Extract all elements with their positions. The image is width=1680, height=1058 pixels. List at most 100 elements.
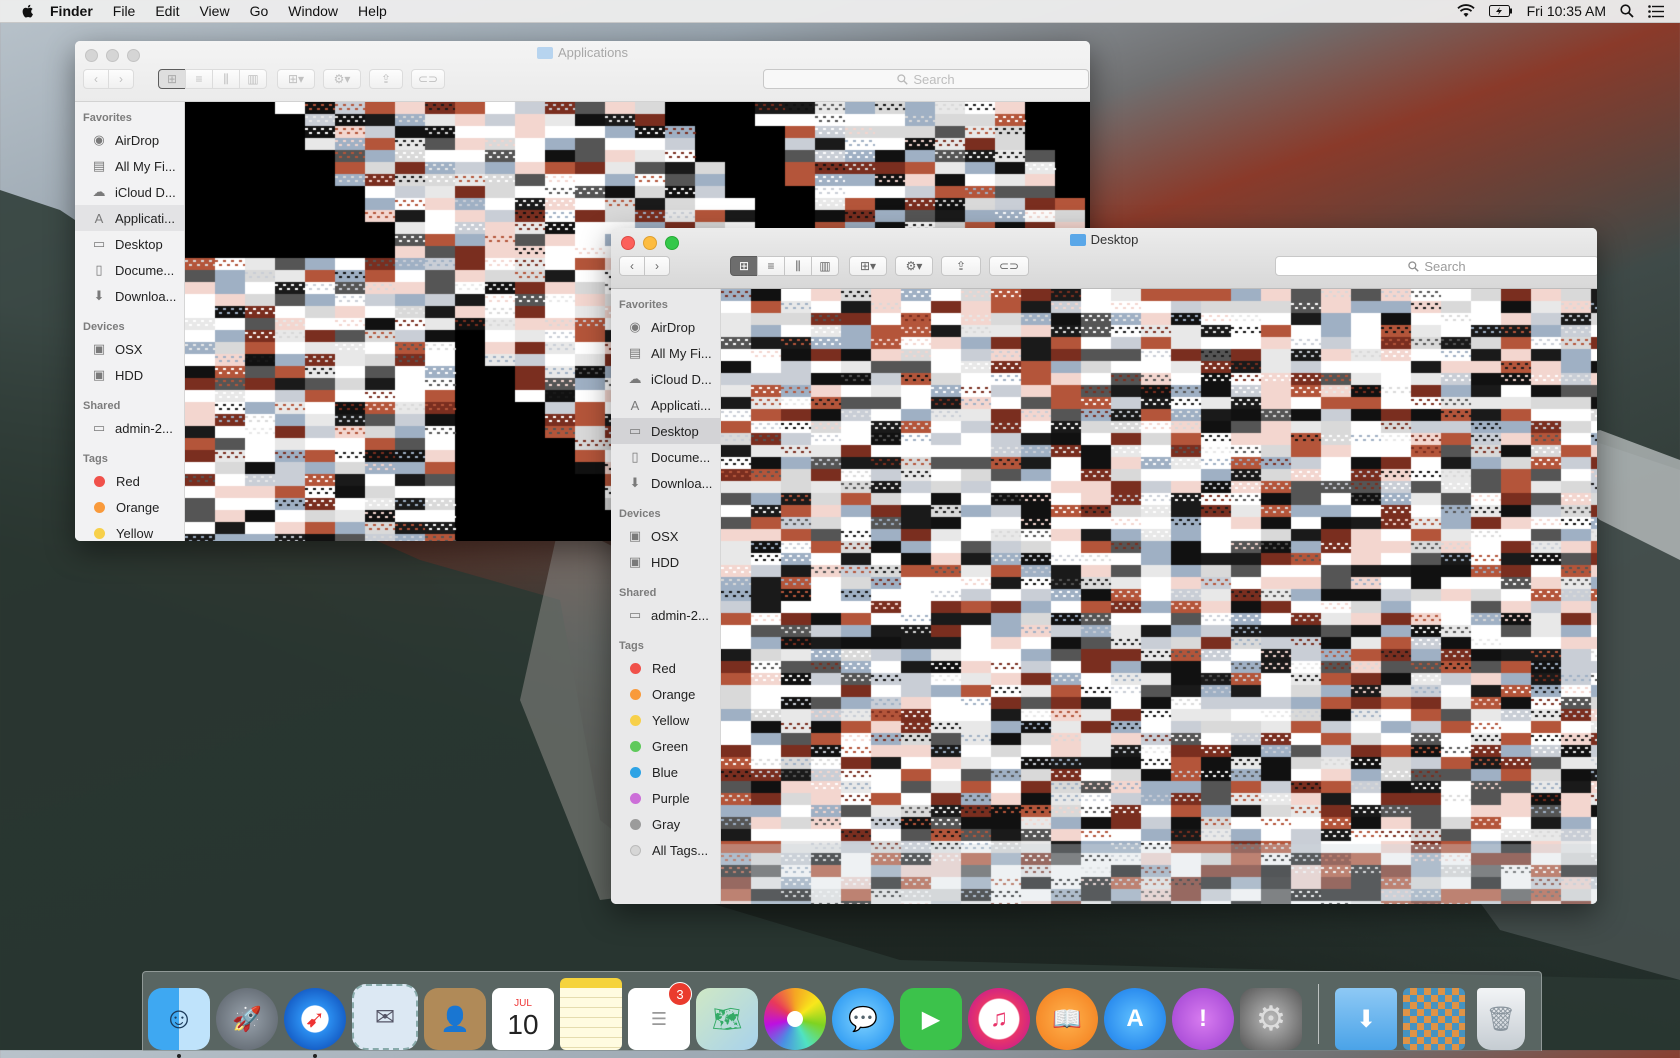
arrange-button[interactable]: ⊞▾ (277, 69, 315, 89)
menu-help[interactable]: Help (358, 3, 387, 19)
dock-app-store[interactable]: A (1104, 988, 1166, 1050)
share-button[interactable]: ⇪ (941, 256, 981, 276)
dock-messages[interactable]: 💬 (832, 988, 894, 1050)
dock-itunes[interactable]: ♫ (968, 988, 1030, 1050)
dock-maps[interactable]: 🗺 (696, 988, 758, 1050)
sidebar-item-hdd[interactable]: ▣ HDD (611, 549, 720, 575)
dock-reminders[interactable]: ☰ 3 (628, 982, 692, 1050)
sidebar-item-all-my-files[interactable]: ▤ All My Fi... (75, 153, 184, 179)
sidebar-item-label: Gray (652, 816, 681, 832)
dock-trash[interactable]: 🗑 (1477, 988, 1525, 1050)
sidebar-tag-purple[interactable]: Purple (611, 785, 720, 811)
tag-button[interactable]: ⊂⊃ (989, 256, 1029, 276)
dock-calendar[interactable]: JUL 10 (492, 988, 554, 1050)
back-button[interactable]: ‹ (83, 69, 109, 89)
sidebar-item-osx[interactable]: ▣ OSX (75, 336, 184, 362)
apple-menu-icon[interactable] (20, 3, 36, 19)
dock-applications-stack[interactable] (1403, 988, 1465, 1050)
reminders-list-icon: ☰ (650, 1008, 668, 1029)
sidebar-item-desktop[interactable]: ▭ Desktop (611, 418, 720, 444)
window-titlebar[interactable]: Desktop ‹ › ⊞ ≡ ⫼ ▥ ⊞▾ ⚙▾ ⇪ ⊂⊃ Search (611, 228, 1597, 289)
dock-finder[interactable]: ☺ (148, 988, 210, 1058)
action-gear-button[interactable]: ⚙▾ (895, 256, 933, 276)
wifi-icon[interactable] (1456, 4, 1475, 18)
sidebar-tag-red[interactable]: Red (75, 468, 184, 494)
menu-edit[interactable]: Edit (155, 3, 179, 19)
action-gear-button[interactable]: ⚙▾ (323, 69, 361, 89)
sidebar-item-osx[interactable]: ▣ OSX (611, 523, 720, 549)
airdrop-icon: ◉ (93, 132, 105, 147)
column-view-button[interactable]: ⫼ (784, 256, 812, 276)
sidebar-item-label: HDD (115, 367, 144, 383)
dock-notes[interactable] (560, 978, 622, 1050)
sidebar-item-icloud-drive[interactable]: ☁ iCloud D... (611, 366, 720, 392)
column-view-button[interactable]: ⫼ (212, 69, 240, 89)
icon-view-button[interactable]: ⊞ (158, 69, 186, 89)
menu-app-name[interactable]: Finder (50, 3, 93, 19)
search-field[interactable]: Search (763, 69, 1089, 89)
sidebar-tag-blue[interactable]: Blue (611, 759, 720, 785)
sidebar-item-all-my-files[interactable]: ▤ All My Fi... (611, 340, 720, 366)
menu-file[interactable]: File (113, 3, 136, 19)
forward-button[interactable]: › (108, 69, 134, 89)
sidebar-item-airdrop[interactable]: ◉ AirDrop (611, 314, 720, 340)
sidebar-item-airdrop[interactable]: ◉ AirDrop (75, 127, 184, 153)
sidebar-tag-gray[interactable]: Gray (611, 811, 720, 837)
sidebar-tag-yellow[interactable]: Yellow (611, 707, 720, 733)
sidebar-item-applications[interactable]: A Applicati... (611, 392, 720, 418)
dock-launchpad[interactable]: 🚀 (216, 988, 278, 1050)
menu-clock[interactable]: Fri 10:35 AM (1527, 3, 1606, 19)
menu-go[interactable]: Go (250, 3, 269, 19)
dock-ibooks[interactable]: 📖 (1036, 988, 1098, 1050)
reminders-badge: 3 (668, 982, 692, 1006)
search-field[interactable]: Search (1275, 256, 1597, 276)
sidebar-item-applications[interactable]: A Applicati... (75, 205, 184, 231)
arrange-button[interactable]: ⊞▾ (849, 256, 887, 276)
sidebar-tag-red[interactable]: Red (611, 655, 720, 681)
sidebar-item-shared-computer[interactable]: ▭ admin-2... (611, 602, 720, 628)
notification-center-icon[interactable] (1648, 4, 1664, 18)
dock-safari[interactable]: ➹ (284, 988, 346, 1058)
sidebar-item-icloud-drive[interactable]: ☁ iCloud D... (75, 179, 184, 205)
window-title-text: Desktop (1090, 232, 1139, 247)
icon-view-button[interactable]: ⊞ (730, 256, 758, 276)
forward-button[interactable]: › (644, 256, 670, 276)
sidebar-item-hdd[interactable]: ▣ HDD (75, 362, 184, 388)
sidebar-item-label: HDD (651, 554, 680, 570)
dock-system-preferences[interactable]: ⚙ (1240, 988, 1302, 1050)
menu-window[interactable]: Window (288, 3, 338, 19)
sidebar-tag-yellow[interactable]: Yellow (75, 520, 184, 541)
dock-mail[interactable]: ✉ (352, 984, 418, 1050)
sidebar-tag-green[interactable]: Green (611, 733, 720, 759)
list-view-button[interactable]: ≡ (757, 256, 785, 276)
share-button[interactable]: ⇪ (369, 69, 403, 89)
dock-photos[interactable] (764, 988, 826, 1050)
dock-facetime[interactable]: ▶ (900, 988, 962, 1050)
applications-icon: A (94, 210, 104, 226)
back-button[interactable]: ‹ (619, 256, 645, 276)
dock-feedback-assistant[interactable]: ! (1172, 988, 1234, 1050)
spotlight-icon[interactable] (1620, 4, 1634, 18)
sidebar-item-label: All My Fi... (115, 158, 176, 174)
sidebar-item-documents[interactable]: ▯ Docume... (75, 257, 184, 283)
tag-button[interactable]: ⊂⊃ (411, 69, 445, 89)
file-view-glitched[interactable] (721, 289, 1597, 904)
dock-downloads-stack[interactable]: ⬇ (1335, 988, 1397, 1050)
cover-flow-button[interactable]: ▥ (239, 69, 267, 89)
menu-view[interactable]: View (199, 3, 229, 19)
sidebar-item-downloads[interactable]: ⬇ Downloa... (611, 470, 720, 496)
sidebar-item-label: Green (652, 738, 689, 754)
sidebar-item-documents[interactable]: ▯ Docume... (611, 444, 720, 470)
sidebar-tag-orange[interactable]: Orange (75, 494, 184, 520)
sidebar-tag-all-tags[interactable]: All Tags... (611, 837, 720, 863)
dock-contacts[interactable]: 👤 (424, 988, 486, 1050)
battery-icon[interactable] (1488, 5, 1513, 17)
list-view-button[interactable]: ≡ (185, 69, 213, 89)
sidebar-tag-orange[interactable]: Orange (611, 681, 720, 707)
sidebar-item-shared-computer[interactable]: ▭ admin-2... (75, 415, 184, 441)
sidebar-item-desktop[interactable]: ▭ Desktop (75, 231, 184, 257)
sidebar-item-downloads[interactable]: ⬇ Downloa... (75, 283, 184, 309)
window-title: Applications (75, 45, 1090, 60)
cover-flow-button[interactable]: ▥ (811, 256, 839, 276)
window-titlebar[interactable]: Applications ‹ › ⊞ ≡ ⫼ ▥ ⊞▾ ⚙▾ ⇪ ⊂⊃ Sear… (75, 41, 1090, 102)
